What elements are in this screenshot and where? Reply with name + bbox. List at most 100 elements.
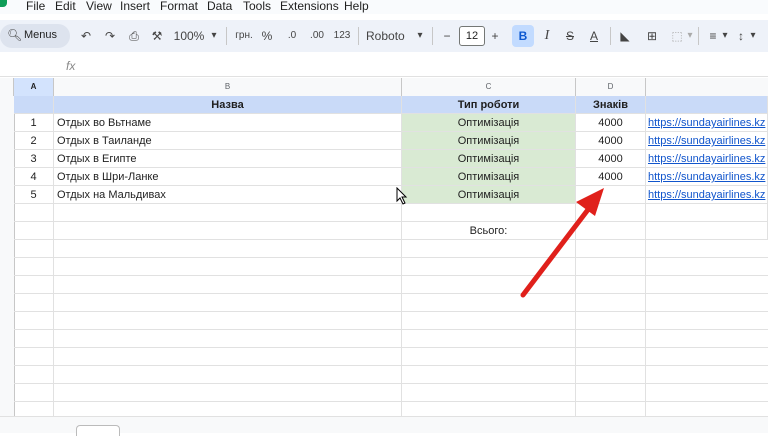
row-index[interactable]: 4: [14, 168, 54, 186]
cell-name[interactable]: [54, 222, 402, 240]
cell-work-type[interactable]: Оптимізація: [402, 186, 576, 204]
row-index[interactable]: 2: [14, 132, 54, 150]
paint-format-icon[interactable]: ⚒: [149, 26, 165, 46]
chevron-down-icon[interactable]: ▾: [415, 26, 425, 46]
cell-work-type[interactable]: Оптимізація: [402, 132, 576, 150]
fx-icon: fx: [66, 59, 76, 73]
vertical-align-icon[interactable]: ↕: [734, 26, 748, 46]
percent-format-button[interactable]: %: [260, 26, 274, 46]
menu-tools[interactable]: Tools: [243, 0, 271, 13]
menu-insert[interactable]: Insert: [120, 0, 150, 13]
print-icon[interactable]: ⎙: [126, 26, 142, 46]
zoom-select[interactable]: 100%: [173, 26, 205, 46]
menu-extensions[interactable]: Extensions: [280, 0, 339, 13]
cell-characters[interactable]: 4000: [576, 132, 646, 150]
menus-search-label: Menus: [24, 29, 58, 41]
header-work-type[interactable]: Тип роботи: [402, 96, 576, 114]
toolbar-divider: [698, 27, 699, 45]
row-index[interactable]: [14, 204, 54, 222]
cell-work-type[interactable]: Оптимізація: [402, 150, 576, 168]
text-color-icon[interactable]: A: [587, 26, 601, 46]
chevron-down-icon[interactable]: ▾: [749, 26, 757, 46]
table-row: 1 Отдых во Вьтнаме Оптимізація 4000 http…: [0, 114, 768, 132]
column-header-b[interactable]: B: [54, 78, 402, 96]
column-header-d[interactable]: D: [576, 78, 646, 96]
borders-icon[interactable]: ⊞: [644, 26, 660, 46]
cell-characters[interactable]: 4000: [576, 168, 646, 186]
row-index[interactable]: 5: [14, 186, 54, 204]
row-index[interactable]: 3: [14, 150, 54, 168]
toolbar-divider: [432, 27, 433, 45]
cell-link[interactable]: [646, 204, 768, 222]
mouse-cursor-icon: [396, 187, 408, 205]
bold-button[interactable]: B: [512, 25, 534, 47]
cell-link[interactable]: https://sundayairlines.kz: [646, 114, 768, 132]
total-value[interactable]: [576, 222, 646, 240]
cell-link[interactable]: [646, 222, 768, 240]
column-header-e[interactable]: [646, 78, 768, 96]
menu-edit[interactable]: Edit: [55, 0, 76, 13]
horizontal-align-icon[interactable]: ≡: [706, 26, 720, 46]
cell-work-type[interactable]: [402, 204, 576, 222]
cell-link[interactable]: https://sundayairlines.kz: [646, 132, 768, 150]
cell-characters[interactable]: [576, 204, 646, 222]
font-select[interactable]: Roboto: [366, 26, 408, 46]
cell-work-type[interactable]: Оптимізація: [402, 114, 576, 132]
merge-cells-icon[interactable]: ⬚: [669, 26, 685, 46]
cell-a1[interactable]: [14, 96, 54, 114]
redo-icon[interactable]: ↷: [102, 26, 118, 46]
cell-work-type[interactable]: Оптимізація: [402, 168, 576, 186]
strikethrough-icon[interactable]: S: [563, 26, 577, 46]
menu-bar: File Edit View Insert Format Data Tools …: [0, 0, 768, 14]
currency-format-button[interactable]: грн.: [232, 26, 256, 46]
table-row: 4 Отдых в Шри-Ланке Оптимізація 4000 htt…: [0, 168, 768, 186]
menu-file[interactable]: File: [26, 0, 45, 13]
empty-row: [0, 204, 768, 222]
row-index[interactable]: [14, 222, 54, 240]
menu-view[interactable]: View: [86, 0, 112, 13]
cell-characters[interactable]: [576, 186, 646, 204]
increase-decimal-button[interactable]: .00: [307, 26, 327, 46]
undo-icon[interactable]: ↶: [78, 26, 94, 46]
total-label[interactable]: Всього:: [402, 222, 576, 240]
select-all-corner[interactable]: [0, 78, 14, 96]
header-characters[interactable]: Знаків: [576, 96, 646, 114]
decrease-decimal-button[interactable]: .0: [283, 26, 301, 46]
chevron-down-icon[interactable]: ▾: [721, 26, 729, 46]
cell-characters[interactable]: 4000: [576, 114, 646, 132]
cell-name[interactable]: [54, 204, 402, 222]
sheets-logo-icon[interactable]: [0, 0, 7, 7]
cell-name[interactable]: Отдых в Таиланде: [54, 132, 402, 150]
cell-link[interactable]: https://sundayairlines.kz: [646, 150, 768, 168]
chevron-down-icon[interactable]: ▾: [209, 26, 219, 46]
cell-name[interactable]: Отдых в Египте: [54, 150, 402, 168]
sheet-tab[interactable]: [76, 425, 120, 436]
italic-button[interactable]: I: [540, 26, 554, 46]
header-name[interactable]: Назва: [54, 96, 402, 114]
cell-link[interactable]: https://sundayairlines.kz: [646, 186, 768, 204]
chevron-down-icon[interactable]: ▾: [686, 26, 694, 46]
cell-link[interactable]: https://sundayairlines.kz: [646, 168, 768, 186]
menu-help[interactable]: Help: [344, 0, 369, 13]
increase-font-size-icon[interactable]: +: [488, 26, 502, 46]
menu-format[interactable]: Format: [160, 0, 198, 13]
sheet-grid[interactable]: Назва Тип роботи Знаків 1 Отдых во Вьтна…: [0, 96, 768, 416]
sheet-tabs-bar: [0, 416, 768, 436]
header-e[interactable]: [646, 96, 768, 114]
column-header-c[interactable]: C: [402, 78, 576, 96]
font-size-input[interactable]: 12: [459, 26, 485, 46]
table-row: 2 Отдых в Таиланде Оптимізація 4000 http…: [0, 132, 768, 150]
fill-color-icon[interactable]: ◣: [618, 26, 632, 46]
row-index[interactable]: 1: [14, 114, 54, 132]
cell-name[interactable]: Отдых во Вьтнаме: [54, 114, 402, 132]
number-format-button[interactable]: 123: [332, 26, 352, 46]
decrease-font-size-icon[interactable]: −: [440, 26, 454, 46]
column-header-a[interactable]: A: [14, 78, 54, 96]
cell-name[interactable]: Отдых на Мальдивах: [54, 186, 402, 204]
cell-characters[interactable]: 4000: [576, 150, 646, 168]
search-icon: 🔍︎: [7, 28, 23, 42]
menus-search[interactable]: 🔍︎ Menus: [0, 24, 70, 48]
cell-name[interactable]: Отдых в Шри-Ланке: [54, 168, 402, 186]
empty-grid-area[interactable]: [14, 240, 768, 416]
menu-data[interactable]: Data: [207, 0, 232, 13]
